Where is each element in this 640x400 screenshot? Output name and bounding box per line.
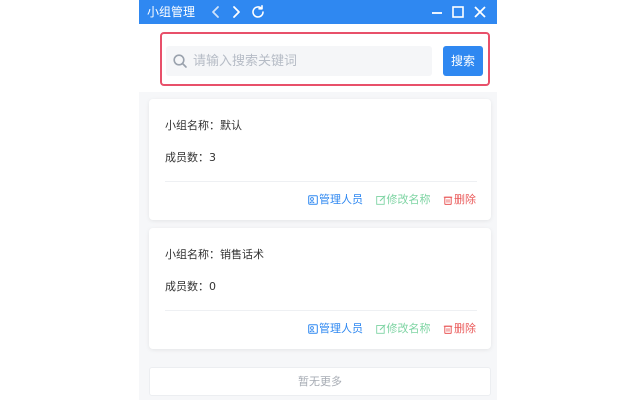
search-input[interactable]	[193, 46, 423, 76]
group-name: 销售话术	[220, 248, 264, 261]
rename-button[interactable]: 修改名称	[375, 322, 431, 336]
refresh-icon[interactable]	[250, 4, 266, 20]
rename-label: 修改名称	[386, 193, 431, 206]
member-count-label: 成员数：	[165, 280, 209, 293]
trash-icon	[443, 196, 453, 205]
search-icon	[172, 53, 188, 69]
group-card: 小组名称：销售话术 成员数：0 管理人员 修改名称 删除	[149, 228, 491, 349]
group-name-label: 小组名称：	[165, 248, 220, 261]
no-more-indicator: 暂无更多	[149, 367, 491, 396]
member-count: 3	[209, 151, 216, 164]
delete-label: 删除	[454, 322, 476, 335]
search-box[interactable]	[166, 46, 432, 76]
manage-members-button[interactable]: 管理人员	[308, 322, 363, 336]
delete-button[interactable]: 删除	[443, 193, 476, 207]
group-name-row: 小组名称：默认	[165, 119, 242, 133]
manage-members-label: 管理人员	[319, 322, 363, 335]
trash-icon	[443, 325, 453, 334]
card-divider	[165, 310, 477, 311]
card-actions: 管理人员 修改名称 删除	[299, 193, 476, 207]
group-card: 小组名称：默认 成员数：3 管理人员 修改名称 删除	[149, 99, 491, 220]
maximize-icon[interactable]	[450, 4, 466, 20]
user-edit-icon	[308, 324, 318, 334]
member-count-row: 成员数：3	[165, 151, 216, 165]
rename-button[interactable]: 修改名称	[375, 193, 431, 207]
card-divider	[165, 181, 477, 182]
delete-button[interactable]: 删除	[443, 322, 476, 336]
window-title: 小组管理	[147, 5, 196, 19]
group-name-label: 小组名称：	[165, 119, 220, 132]
member-count-row: 成员数：0	[165, 280, 216, 294]
manage-members-label: 管理人员	[319, 193, 363, 206]
member-count-label: 成员数：	[165, 151, 209, 164]
card-actions: 管理人员 修改名称 删除	[299, 322, 476, 336]
minimize-icon[interactable]	[429, 4, 445, 20]
group-name: 默认	[220, 119, 242, 132]
search-area: 搜索	[139, 24, 497, 92]
close-icon[interactable]	[472, 4, 488, 20]
group-name-row: 小组名称：销售话术	[165, 248, 264, 262]
search-button[interactable]: 搜索	[443, 46, 483, 76]
app-window: 小组管理 搜索 小组名称：默认	[139, 0, 497, 400]
rename-label: 修改名称	[386, 322, 431, 335]
user-edit-icon	[308, 195, 318, 205]
manage-members-button[interactable]: 管理人员	[308, 193, 363, 207]
delete-label: 删除	[454, 193, 476, 206]
edit-icon	[375, 324, 386, 334]
title-bar: 小组管理	[139, 0, 497, 24]
edit-icon	[375, 195, 386, 205]
chevron-right-icon[interactable]	[228, 4, 244, 20]
member-count: 0	[209, 280, 216, 293]
chevron-left-icon[interactable]	[208, 4, 224, 20]
